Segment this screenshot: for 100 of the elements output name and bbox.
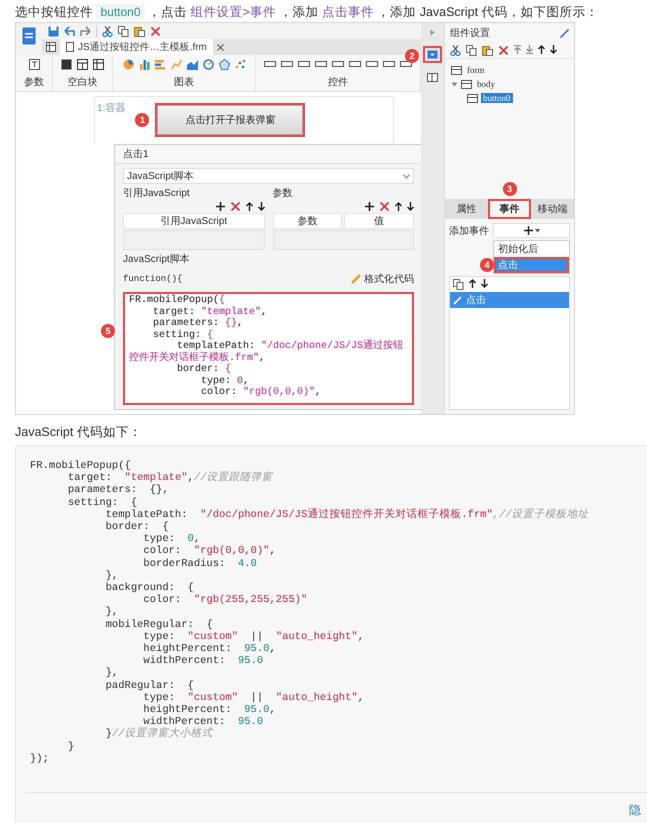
scissors-icon[interactable] bbox=[450, 45, 461, 56]
add-event-label: 添加事件 bbox=[449, 224, 489, 238]
radar-icon[interactable] bbox=[218, 59, 230, 70]
plus-icon[interactable] bbox=[216, 202, 224, 211]
close-icon[interactable] bbox=[216, 44, 224, 50]
code-line: heightPercent: 95.0, bbox=[142, 643, 277, 656]
layout-icon[interactable] bbox=[93, 59, 104, 70]
column-header: 引用JavaScript bbox=[123, 213, 264, 229]
code-line: background: { bbox=[104, 582, 195, 594]
arrow-down-icon[interactable] bbox=[258, 202, 264, 211]
widget-icon[interactable] bbox=[400, 59, 412, 69]
plus-icon[interactable] bbox=[365, 202, 374, 211]
arrow-down-icon[interactable] bbox=[481, 279, 488, 288]
form-icon[interactable] bbox=[451, 64, 462, 76]
arrow-up-icon[interactable] bbox=[246, 202, 252, 211]
code-line: target: "template",//设置跟随弹窗 bbox=[66, 472, 274, 484]
copy-icon[interactable] bbox=[118, 26, 129, 36]
code-line: borderRadius: 4.0 bbox=[142, 558, 258, 570]
widget-icon[interactable] bbox=[281, 59, 293, 69]
code-line: color: "rgb(0,0,0)", bbox=[142, 545, 277, 558]
code-line: widthPercent: 95.0 bbox=[143, 716, 264, 728]
ribbon-group-label: 参数 bbox=[24, 76, 44, 89]
add-event-button[interactable] bbox=[493, 223, 570, 238]
widget-icon[interactable] bbox=[332, 59, 344, 69]
tree-item[interactable]: button0 bbox=[481, 93, 513, 103]
app-logo-icon[interactable] bbox=[22, 27, 36, 45]
parameter-icon[interactable] bbox=[28, 59, 40, 70]
area-chart-icon[interactable] bbox=[186, 59, 198, 70]
copy-icon[interactable] bbox=[453, 279, 464, 290]
widget-icon[interactable] bbox=[366, 59, 378, 69]
caret-icon bbox=[534, 228, 540, 232]
scissors-icon[interactable] bbox=[102, 26, 113, 36]
save-icon[interactable] bbox=[48, 26, 59, 36]
delete-icon[interactable] bbox=[379, 201, 390, 212]
code-editor[interactable]: FR.mobilePopup({ target: "template", parameters: {}, setting: { templatePath: "/doc/phone/JS/JS通过按钮控件开关对话框子模板.frm", border: { type: 0, color: "rgb(0,0,0)", bbox=[123, 292, 414, 405]
section-label: JavaScript脚本 bbox=[123, 252, 191, 266]
code-line: heightPercent: 95.0, bbox=[142, 704, 277, 716]
arrow-down-icon[interactable] bbox=[407, 202, 414, 211]
arrow-up-icon[interactable] bbox=[469, 279, 476, 288]
widget-icon[interactable] bbox=[349, 59, 361, 69]
panel-tab[interactable]: 事件 bbox=[488, 199, 531, 219]
arrow-up-icon[interactable] bbox=[395, 202, 402, 211]
panel-title: 组件设置 bbox=[450, 26, 490, 40]
code-line: }//设置弹窗大小格式 bbox=[104, 728, 214, 741]
bar-chart-icon[interactable] bbox=[138, 59, 150, 70]
tree-item[interactable]: body bbox=[475, 79, 497, 89]
delete-icon[interactable] bbox=[230, 201, 240, 212]
scatter-icon[interactable] bbox=[234, 59, 246, 70]
widget-icon[interactable] bbox=[298, 59, 310, 69]
gauge-icon[interactable] bbox=[202, 59, 214, 70]
widget-icon[interactable] bbox=[264, 59, 276, 69]
callout-badge: 5 bbox=[101, 324, 115, 338]
callout-badge: 1 bbox=[135, 113, 150, 127]
code-line: }, bbox=[104, 570, 120, 582]
layout-icon[interactable] bbox=[77, 59, 88, 70]
expand-arrow-icon[interactable] bbox=[451, 80, 458, 88]
intro-text: 选中按钮控件 button0 ，点击 组件设置>事件 ，添加 点击事件 ，添加 JavaScript 代码，如下图所示： bbox=[14, 3, 600, 22]
section-label: 引用JavaScript bbox=[123, 187, 191, 200]
move-top-icon[interactable] bbox=[514, 45, 521, 54]
code-line: parameters: {}, bbox=[152, 318, 244, 330]
delete-icon[interactable] bbox=[150, 26, 161, 36]
widget-settings-icon[interactable] bbox=[427, 50, 438, 59]
copy-icon[interactable] bbox=[466, 45, 477, 56]
code-line: setting: { bbox=[66, 496, 138, 509]
layout-icon[interactable] bbox=[427, 73, 438, 82]
column-header: 参数 bbox=[272, 213, 342, 229]
code-line: type: 0, bbox=[200, 376, 250, 386]
container-label: 1:容器 bbox=[97, 102, 126, 115]
redo-icon[interactable] bbox=[80, 26, 91, 36]
grid-icon[interactable] bbox=[46, 42, 56, 52]
pie-chart-icon[interactable] bbox=[122, 59, 134, 70]
paste-icon[interactable] bbox=[482, 45, 493, 56]
code-line: border: { bbox=[104, 521, 170, 534]
arrow-down-icon[interactable] bbox=[550, 45, 557, 54]
horizontal-bar-icon[interactable] bbox=[154, 59, 166, 70]
paste-icon[interactable] bbox=[134, 26, 145, 36]
code-line: parameters: {}, bbox=[66, 484, 170, 497]
arrow-up-icon[interactable] bbox=[538, 45, 545, 54]
widget-icon[interactable] bbox=[315, 59, 327, 69]
code-line: color: "rgb(0,0,0)", bbox=[200, 387, 322, 398]
form-icon[interactable] bbox=[467, 92, 478, 104]
widget-icon[interactable] bbox=[383, 59, 395, 69]
file-tab[interactable]: JS通过按钮控件…主模板.frm bbox=[60, 39, 213, 55]
script-type-dropdown[interactable]: JavaScript脚本 bbox=[123, 168, 414, 184]
format-code-button[interactable]: 格式化代码 bbox=[351, 272, 414, 286]
code-line: type: "custom" || "auto_height", bbox=[142, 630, 365, 643]
form-icon[interactable] bbox=[461, 78, 472, 90]
code-line: }, bbox=[104, 606, 120, 619]
undo-icon[interactable] bbox=[64, 26, 75, 36]
tree-item[interactable]: form bbox=[465, 65, 486, 75]
move-bottom-icon[interactable] bbox=[526, 45, 533, 54]
code-line: templatePath: "/doc/phone/JS/JS通过按钮控件开关对话框子模板.frm",//设置子模板地址 bbox=[104, 508, 590, 521]
code-line: border: { bbox=[176, 364, 232, 376]
block-icon[interactable] bbox=[61, 59, 72, 70]
document-icon[interactable] bbox=[66, 42, 74, 52]
chevron-down-icon[interactable] bbox=[403, 174, 410, 178]
hide-link[interactable]: 隐 bbox=[629, 802, 641, 818]
canvas-button[interactable]: 点击打开子报表弹窗 bbox=[157, 105, 304, 135]
delete-icon[interactable] bbox=[498, 45, 509, 56]
code-line: } bbox=[66, 740, 76, 753]
